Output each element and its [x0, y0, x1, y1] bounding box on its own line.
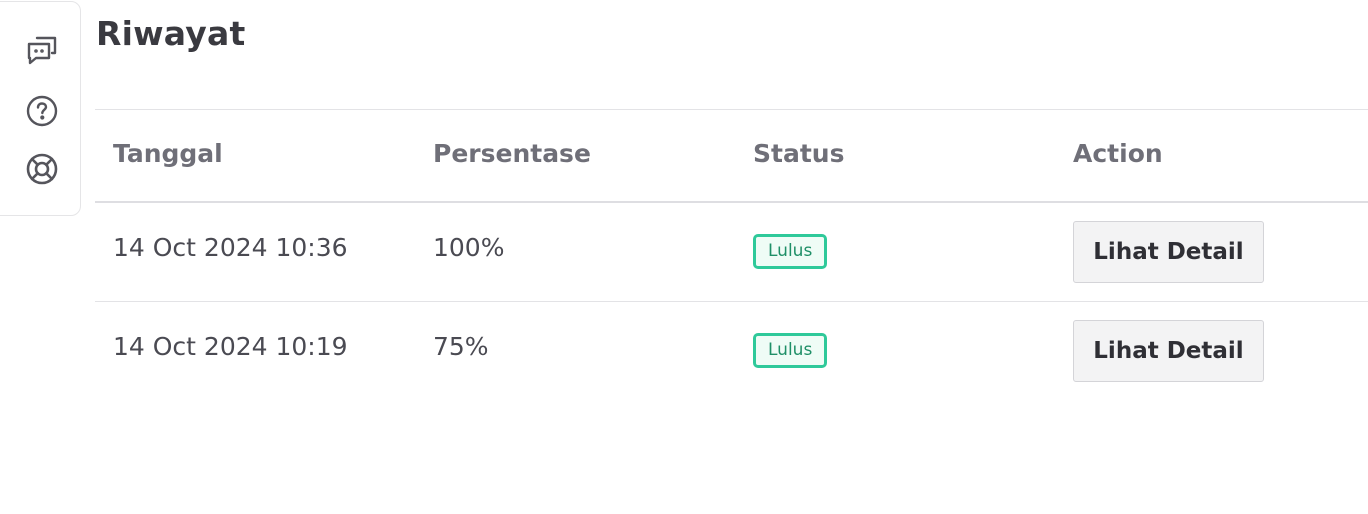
percentage-cell: 75% — [433, 332, 489, 361]
column-header-persentase: Persentase — [433, 139, 591, 168]
chat-icon[interactable] — [25, 33, 59, 67]
table-row: 14 Oct 2024 10:19 75% Lulus Lihat Detail — [95, 302, 1368, 400]
side-rail — [0, 1, 81, 216]
support-icon[interactable] — [25, 152, 59, 186]
percentage-cell: 100% — [433, 233, 505, 262]
date-cell: 14 Oct 2024 10:36 — [113, 233, 348, 262]
status-badge: Lulus — [753, 234, 828, 269]
page-title: Riwayat — [96, 14, 246, 53]
history-table: Tanggal Persentase Status Action 14 Oct … — [95, 109, 1368, 400]
column-header-action: Action — [1073, 139, 1163, 168]
status-badge: Lulus — [753, 333, 828, 368]
view-detail-button[interactable]: Lihat Detail — [1073, 320, 1264, 382]
view-detail-button[interactable]: Lihat Detail — [1073, 221, 1264, 283]
table-row: 14 Oct 2024 10:36 100% Lulus Lihat Detai… — [95, 203, 1368, 302]
column-header-status: Status — [753, 139, 845, 168]
table-header: Tanggal Persentase Status Action — [95, 110, 1368, 203]
help-icon[interactable] — [25, 94, 59, 128]
date-cell: 14 Oct 2024 10:19 — [113, 332, 348, 361]
column-header-tanggal: Tanggal — [113, 139, 223, 168]
